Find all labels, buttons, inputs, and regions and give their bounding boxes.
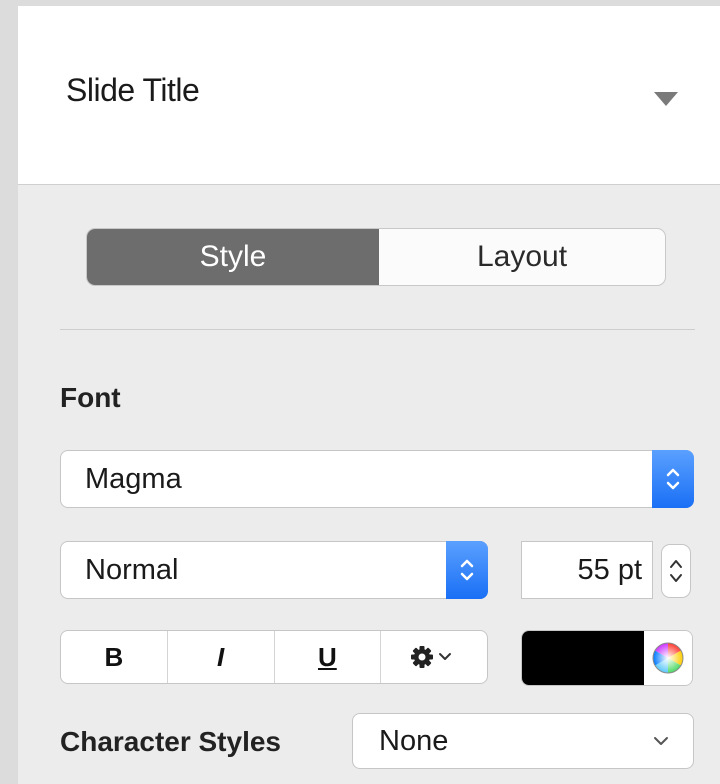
section-divider: [60, 329, 695, 330]
text-color-well[interactable]: [521, 630, 693, 686]
font-size-field[interactable]: 55 pt: [521, 541, 653, 599]
tab-style[interactable]: Style: [87, 229, 379, 285]
character-styles-label: Character Styles: [60, 726, 282, 757]
italic-button[interactable]: I: [168, 631, 275, 683]
font-size-stepper[interactable]: [661, 544, 691, 598]
color-wheel-icon: [652, 642, 684, 674]
tab-layout[interactable]: Layout: [379, 229, 665, 285]
text-color-swatch[interactable]: [522, 631, 644, 685]
chevron-down-icon: [654, 737, 668, 745]
font-weight-stepper[interactable]: [446, 541, 488, 599]
gear-icon: [411, 646, 452, 668]
paragraph-style-title[interactable]: Slide Title: [66, 72, 200, 109]
updown-chevron-icon: [670, 560, 682, 582]
format-inspector-panel: Slide Title Style Layout Font Magma Norm…: [18, 6, 720, 784]
font-weight-value: Normal: [85, 554, 179, 586]
font-section-label: Font: [60, 382, 121, 413]
font-size-value: 55 pt: [577, 554, 643, 586]
text-format-buttons: B I U: [60, 630, 488, 684]
paragraph-style-dropdown[interactable]: [646, 78, 686, 118]
font-family-select[interactable]: Magma: [60, 450, 694, 508]
triangle-down-icon: [654, 92, 678, 106]
character-styles-select[interactable]: None: [352, 713, 694, 769]
advanced-options-button[interactable]: [381, 631, 487, 683]
color-picker-button[interactable]: [644, 631, 692, 685]
style-layout-tabs: Style Layout: [86, 228, 666, 286]
bold-button[interactable]: B: [61, 631, 168, 683]
updown-chevron-icon: [460, 559, 474, 581]
updown-chevron-icon: [666, 468, 680, 490]
underline-button[interactable]: U: [275, 631, 382, 683]
font-family-stepper[interactable]: [652, 450, 694, 508]
font-family-value: Magma: [85, 463, 182, 495]
character-styles-value: None: [379, 725, 449, 757]
inspector-header: Slide Title: [18, 6, 720, 185]
font-weight-select[interactable]: Normal: [60, 541, 488, 599]
